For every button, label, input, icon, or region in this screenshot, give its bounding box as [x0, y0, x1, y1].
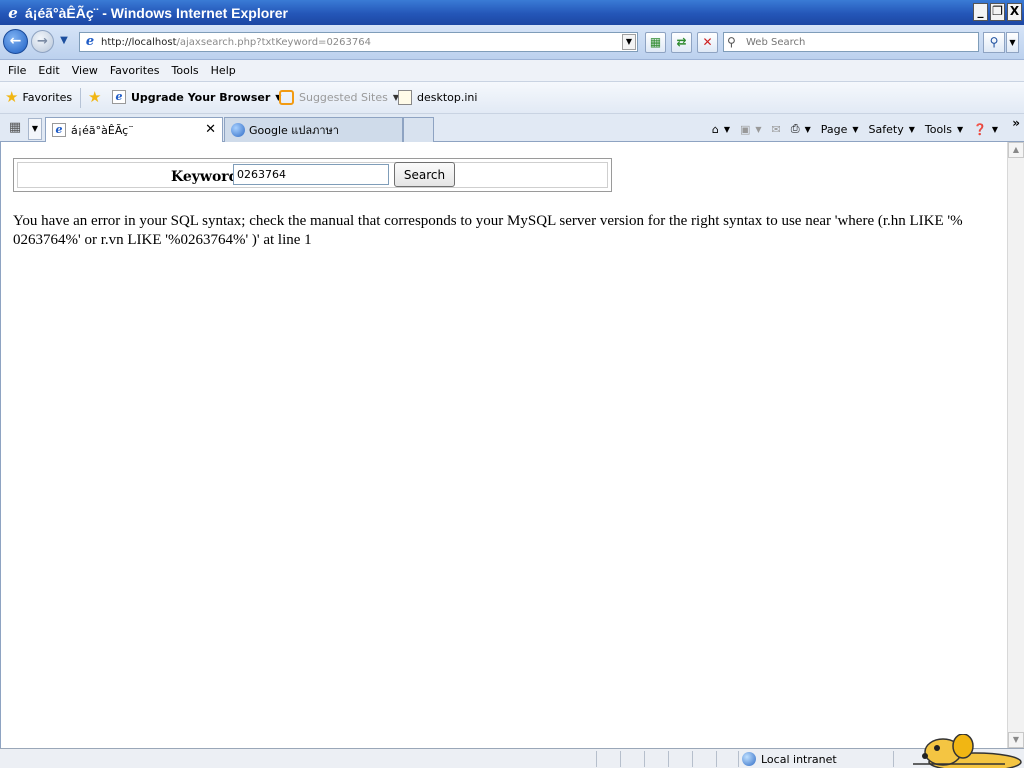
status-divider: [738, 751, 739, 767]
keyword-label: Keyword: [171, 169, 239, 185]
restore-button[interactable]: ❐: [990, 3, 1005, 21]
print-icon[interactable]: ⎙ ▼: [791, 122, 811, 136]
refresh-icon[interactable]: ⇄: [671, 32, 692, 53]
google-translate-icon: [231, 123, 245, 137]
window-controls: _ ❐ X: [973, 3, 1022, 21]
tab-current[interactable]: e á¡éã°àÊÃç¨ ✕: [45, 117, 223, 142]
menu-bar: File Edit View Favorites Tools Help: [0, 60, 1024, 82]
suggested-sites-link[interactable]: Suggested Sites ▼: [279, 90, 399, 105]
minimize-button[interactable]: _: [973, 3, 988, 21]
window-title: á¡éã°àÊÃç¨ - Windows Internet Explorer: [25, 4, 288, 21]
page-icon: e: [85, 34, 95, 49]
menu-favorites[interactable]: Favorites: [104, 64, 166, 77]
close-tab-icon[interactable]: ✕: [205, 122, 216, 137]
menu-tools[interactable]: Tools: [166, 64, 205, 77]
stop-icon[interactable]: ✕: [697, 32, 718, 53]
new-tab-button[interactable]: [403, 117, 434, 142]
feeds-icon[interactable]: ▣ ▼: [740, 123, 762, 136]
compatibility-view-icon[interactable]: ▦: [645, 32, 666, 53]
security-zone[interactable]: Local intranet: [742, 752, 837, 766]
more-commands-icon[interactable]: »: [1012, 116, 1020, 130]
keyword-input[interactable]: [233, 164, 389, 185]
close-button[interactable]: X: [1007, 3, 1022, 21]
tab-bar: ▦ ▼ e á¡éã°àÊÃç¨ ✕ Google แปลภาษา ⌂ ▼ ▣ …: [0, 114, 1024, 142]
desktop-ini-link[interactable]: desktop.ini: [398, 90, 477, 105]
search-go-icon[interactable]: ⚲: [983, 32, 1005, 53]
tools-menu[interactable]: Tools ▼: [925, 123, 963, 136]
status-divider: [620, 751, 621, 767]
help-icon[interactable]: ❓ ▼: [973, 123, 998, 136]
command-bar: ⌂ ▼ ▣ ▼ ✉ ⎙ ▼ Page ▼ Safety ▼ Tools ▼ ❓ ▼: [702, 118, 998, 140]
quick-tabs-icon[interactable]: ▦: [4, 118, 26, 138]
home-icon[interactable]: ⌂ ▼: [712, 123, 730, 136]
menu-file[interactable]: File: [2, 64, 32, 77]
menu-help[interactable]: Help: [205, 64, 242, 77]
status-divider: [692, 751, 693, 767]
web-search-box[interactable]: ⚲: [723, 32, 979, 52]
search-button[interactable]: Search: [394, 162, 455, 187]
page-menu[interactable]: Page ▼: [821, 123, 859, 136]
favorites-divider: [80, 88, 81, 108]
status-divider: [668, 751, 669, 767]
favorites-button[interactable]: ★ Favorites: [5, 88, 72, 106]
favorites-bar: ★ Favorites ★ e Upgrade Your Browser ▼ S…: [0, 82, 1024, 114]
tab-list-dropdown[interactable]: ▼: [28, 118, 42, 140]
sql-error-message: You have an error in your SQL syntax; ch…: [13, 213, 963, 248]
status-bar: Local intranet: [0, 748, 1024, 768]
vertical-scrollbar[interactable]: ▲ ▼: [1007, 142, 1024, 748]
document-icon: [398, 90, 412, 105]
status-divider: [716, 751, 717, 767]
safety-menu[interactable]: Safety ▼: [869, 123, 915, 136]
favorites-star-icon: ★: [5, 88, 19, 106]
search-options-dropdown[interactable]: ▼: [1006, 32, 1019, 53]
add-to-favorites-bar-button[interactable]: ★: [88, 88, 105, 106]
recent-pages-dropdown[interactable]: ▼: [58, 35, 70, 47]
ie-page-icon: e: [112, 90, 126, 104]
upgrade-browser-link[interactable]: e Upgrade Your Browser ▼: [112, 90, 281, 104]
back-button[interactable]: ←: [3, 29, 28, 54]
title-bar: e á¡éã°àÊÃç¨ - Windows Internet Explorer…: [0, 0, 1024, 25]
status-divider: [893, 751, 894, 767]
suggested-sites-icon: [279, 90, 294, 105]
read-mail-icon[interactable]: ✉: [772, 123, 781, 136]
tab-google-translate[interactable]: Google แปลภาษา: [224, 117, 403, 142]
add-favorite-icon: ★: [88, 88, 102, 106]
status-divider: [596, 751, 597, 767]
scroll-up-arrow[interactable]: ▲: [1008, 142, 1024, 158]
address-url[interactable]: http://localhost/ajaxsearch.php?txtKeywo…: [101, 37, 371, 48]
intranet-icon: [742, 752, 756, 766]
navigation-bar: ← → ▼ e http://localhost/ajaxsearch.php?…: [0, 25, 1024, 60]
ie-logo-icon: e: [8, 3, 18, 22]
address-dropdown-button[interactable]: ▼: [622, 34, 636, 50]
address-bar[interactable]: e http://localhost/ajaxsearch.php?txtKey…: [79, 32, 638, 52]
dog-mascot-icon: [913, 734, 1022, 768]
menu-edit[interactable]: Edit: [32, 64, 65, 77]
forward-button[interactable]: →: [31, 30, 54, 53]
search-icon: ⚲: [727, 35, 736, 49]
status-divider: [644, 751, 645, 767]
menu-view[interactable]: View: [66, 64, 104, 77]
ie-page-icon: e: [52, 123, 66, 137]
web-search-input[interactable]: [746, 36, 966, 48]
page-content: Keyword Search You have an error in your…: [0, 142, 1007, 748]
